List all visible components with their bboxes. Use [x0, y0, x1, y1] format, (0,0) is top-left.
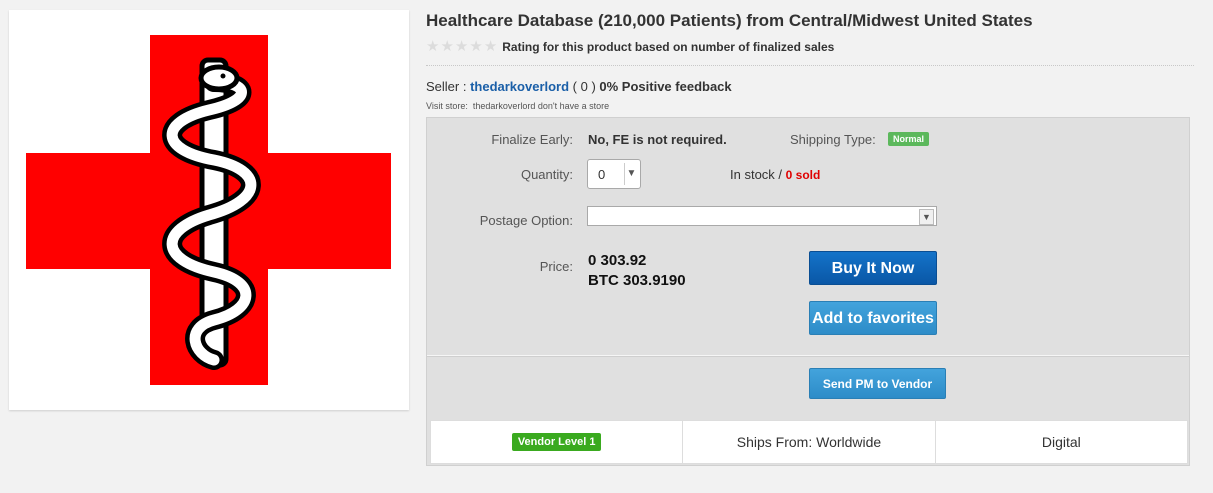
star-icon: ★	[483, 38, 498, 55]
rating-text: Rating for this product based on number …	[502, 40, 835, 54]
vendor-level-badge: Vendor Level 1	[511, 433, 602, 451]
purchase-panel: Finalize Early: No, FE is not required. …	[426, 117, 1190, 466]
star-icon: ★	[454, 38, 469, 55]
panel-divider	[427, 355, 1189, 357]
price-main: 0 303.92	[588, 252, 647, 269]
star-icon: ★	[440, 38, 454, 55]
seller-link[interactable]: thedarkoverlord	[470, 79, 569, 94]
rating-stars: ★ ★ ★ ★ ★	[426, 39, 497, 55]
seller-feedback: 0% Positive feedback	[599, 79, 732, 94]
rating: ★ ★ ★ ★ ★ Rating for this product based …	[426, 39, 834, 55]
chevron-down-icon: ▼	[624, 163, 638, 185]
vendor-level-cell: Vendor Level 1	[431, 421, 684, 463]
product-type-cell: Digital	[1041, 434, 1081, 450]
visit-store-label: Visit store:	[426, 101, 468, 111]
stock-text: In stock /	[730, 167, 786, 182]
price-label: Price:	[539, 259, 573, 274]
star-icon: ★	[469, 38, 483, 55]
stock-status: In stock / 0 sold	[730, 167, 820, 182]
divider	[426, 65, 1194, 66]
red-cross-rod-of-asclepius-icon	[26, 35, 391, 385]
sold-count: 0 sold	[785, 168, 821, 182]
seller-info: Seller : thedarkoverlord ( 0 ) 0% Positi…	[426, 79, 732, 94]
seller-label: Seller :	[426, 79, 471, 94]
quantity-label: Quantity:	[520, 167, 573, 182]
add-to-favorites-button[interactable]: Add to favorites	[809, 301, 937, 335]
visit-store-text: thedarkoverlord don't have a store	[472, 101, 610, 111]
vendor-info-bar: Vendor Level 1 Ships From: Worldwide Dig…	[430, 420, 1188, 464]
finalize-value: No, FE is not required.	[588, 132, 727, 147]
shipping-type-badge: Normal	[888, 132, 930, 146]
postage-label: Postage Option:	[479, 213, 573, 228]
price-btc: BTC 303.9190	[588, 272, 686, 289]
product-image	[9, 10, 409, 410]
chevron-down-icon: ▼	[919, 209, 934, 225]
ships-from-cell: Ships From: Worldwide	[683, 421, 936, 463]
visit-store: Visit store: thedarkoverlord don't have …	[426, 101, 609, 111]
shipping-label: Shipping Type:	[790, 132, 876, 147]
product-title: Healthcare Database (210,000 Patients) f…	[426, 11, 1033, 30]
quantity-select[interactable]: 0 ▼	[587, 159, 641, 189]
seller-count: ( 0 )	[569, 79, 600, 94]
send-pm-button[interactable]: Send PM to Vendor	[809, 368, 946, 399]
star-icon: ★	[426, 38, 440, 55]
finalize-label: Finalize Early:	[491, 132, 573, 147]
postage-select[interactable]: ▼	[587, 206, 937, 226]
quantity-value: 0	[598, 167, 606, 182]
buy-it-now-button[interactable]: Buy It Now	[809, 251, 937, 285]
